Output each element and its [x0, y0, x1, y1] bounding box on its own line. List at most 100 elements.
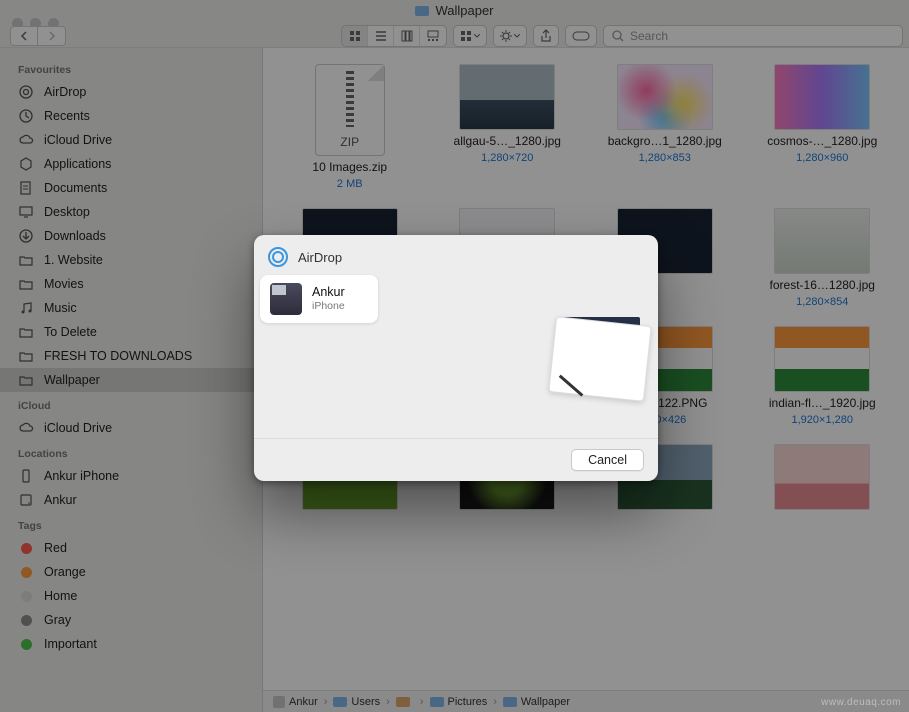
- file-name: 10 Images.zip: [312, 160, 387, 174]
- folder-icon: [18, 324, 34, 340]
- sidebar-item[interactable]: Movies: [0, 272, 262, 296]
- sidebar-item[interactable]: Applications: [0, 152, 262, 176]
- file-item[interactable]: allgau-5…_1280.jpg1,280×720: [431, 64, 585, 190]
- sidebar-item[interactable]: 1. Website: [0, 248, 262, 272]
- sidebar-item-label: Applications: [44, 157, 111, 171]
- path-segment[interactable]: Users: [333, 696, 380, 708]
- folder-icon: [18, 348, 34, 364]
- sidebar-item-label: Ankur: [44, 493, 77, 507]
- list-icon: [375, 30, 387, 42]
- sidebar-item[interactable]: Recents: [0, 104, 262, 128]
- sidebar-item[interactable]: Important: [0, 632, 262, 656]
- path-segment[interactable]: [396, 697, 414, 707]
- tag-dot-icon: [18, 636, 34, 652]
- file-meta: 1,280×854: [796, 296, 848, 308]
- preview-thumb: [548, 316, 651, 402]
- file-item[interactable]: cosmos-…_1280.jpg1,280×960: [746, 64, 900, 190]
- path-segment-label: Ankur: [289, 696, 318, 708]
- sidebar-item-label: Wallpaper: [44, 373, 100, 387]
- icon-view-button[interactable]: [342, 26, 368, 46]
- sidebar-item-label: Important: [44, 637, 97, 651]
- path-segment[interactable]: Pictures: [430, 696, 488, 708]
- disk-icon: [18, 492, 34, 508]
- sidebar-item[interactable]: Music: [0, 296, 262, 320]
- window-title: Wallpaper: [0, 3, 909, 18]
- folder-icon: [503, 697, 517, 707]
- avatar: [270, 283, 302, 315]
- file-thumbnail: [617, 64, 713, 130]
- sidebar-item[interactable]: Gray: [0, 608, 262, 632]
- sidebar-section-header: Locations: [0, 440, 262, 464]
- file-meta: 1,280×853: [639, 152, 691, 164]
- sidebar-item[interactable]: Orange: [0, 560, 262, 584]
- sidebar-item[interactable]: iCloud Drive: [0, 416, 262, 440]
- tag-dot-icon: [18, 564, 34, 580]
- file-item[interactable]: forest-16…1280.jpg 1,280×854: [746, 208, 900, 308]
- chevron-right-icon: ›: [493, 696, 497, 708]
- action-button[interactable]: [493, 25, 527, 47]
- chevron-right-icon: ›: [386, 696, 390, 708]
- file-name: cosmos-…_1280.jpg: [767, 134, 877, 148]
- file-thumbnail: [774, 326, 870, 392]
- sidebar-item-label: Documents: [44, 181, 107, 195]
- desktop-icon: [18, 204, 34, 220]
- sidebar-item[interactable]: Red: [0, 536, 262, 560]
- file-name: indian-fl…_1920.jpg: [769, 396, 876, 410]
- file-item[interactable]: [746, 444, 900, 518]
- cloud-icon: [18, 420, 34, 436]
- path-segment-label: Wallpaper: [521, 696, 570, 708]
- airdrop-icon: [268, 247, 288, 267]
- path-segment-label: Pictures: [448, 696, 488, 708]
- cloud-icon: [18, 132, 34, 148]
- list-view-button[interactable]: [368, 26, 394, 46]
- search-icon: [612, 30, 624, 42]
- phone-icon: [18, 468, 34, 484]
- airdrop-contact[interactable]: Ankur iPhone: [260, 275, 378, 323]
- sidebar: FavouritesAirDropRecentsiCloud DriveAppl…: [0, 48, 263, 712]
- path-segment[interactable]: Wallpaper: [503, 696, 570, 708]
- sidebar-item[interactable]: FRESH TO DOWNLOADS: [0, 344, 262, 368]
- sidebar-item[interactable]: iCloud Drive: [0, 128, 262, 152]
- cancel-button[interactable]: Cancel: [571, 449, 644, 471]
- sidebar-item[interactable]: Ankur iPhone: [0, 464, 262, 488]
- gallery-view-button[interactable]: [420, 26, 446, 46]
- sidebar-item-label: Red: [44, 541, 67, 555]
- airdrop-sheet: AirDrop Ankur iPhone Cancel: [254, 235, 658, 481]
- share-icon: [540, 29, 552, 43]
- path-segment[interactable]: Ankur: [273, 696, 318, 708]
- sidebar-item[interactable]: AirDrop: [0, 80, 262, 104]
- file-name: forest-16…1280.jpg: [770, 278, 875, 292]
- sidebar-item[interactable]: Desktop: [0, 200, 262, 224]
- sidebar-item-label: Music: [44, 301, 77, 315]
- file-item[interactable]: indian-fl…_1920.jpg1,920×1,280: [746, 326, 900, 426]
- columns-icon: [401, 30, 413, 42]
- share-button[interactable]: [533, 25, 559, 47]
- column-view-button[interactable]: [394, 26, 420, 46]
- grid-icon: [349, 30, 361, 42]
- sidebar-item-label: To Delete: [44, 325, 97, 339]
- file-item[interactable]: backgro…1_1280.jpg1,280×853: [588, 64, 742, 190]
- tags-button[interactable]: [565, 25, 597, 47]
- file-item[interactable]: ZIP10 Images.zip2 MB: [273, 64, 427, 190]
- contact-device: iPhone: [312, 300, 345, 312]
- sidebar-item[interactable]: Downloads: [0, 224, 262, 248]
- back-button[interactable]: [10, 26, 38, 46]
- sidebar-item[interactable]: Ankur: [0, 488, 262, 512]
- search-field[interactable]: Search: [603, 25, 903, 47]
- gallery-icon: [427, 30, 439, 42]
- forward-button[interactable]: [38, 26, 66, 46]
- group-button[interactable]: [453, 25, 487, 47]
- folder-icon: [415, 6, 429, 16]
- sidebar-item-label: Home: [44, 589, 77, 603]
- sidebar-item-label: FRESH TO DOWNLOADS: [44, 349, 192, 363]
- chevron-right-icon: [48, 31, 56, 41]
- sidebar-item-label: Downloads: [44, 229, 106, 243]
- sidebar-item[interactable]: Home: [0, 584, 262, 608]
- sidebar-item-label: iCloud Drive: [44, 133, 112, 147]
- sidebar-item[interactable]: Wallpaper: [0, 368, 262, 392]
- sidebar-item[interactable]: Documents: [0, 176, 262, 200]
- tag-dot-icon: [18, 588, 34, 604]
- zip-icon: ZIP: [315, 64, 385, 156]
- home-icon: [396, 697, 410, 707]
- sidebar-item[interactable]: To Delete: [0, 320, 262, 344]
